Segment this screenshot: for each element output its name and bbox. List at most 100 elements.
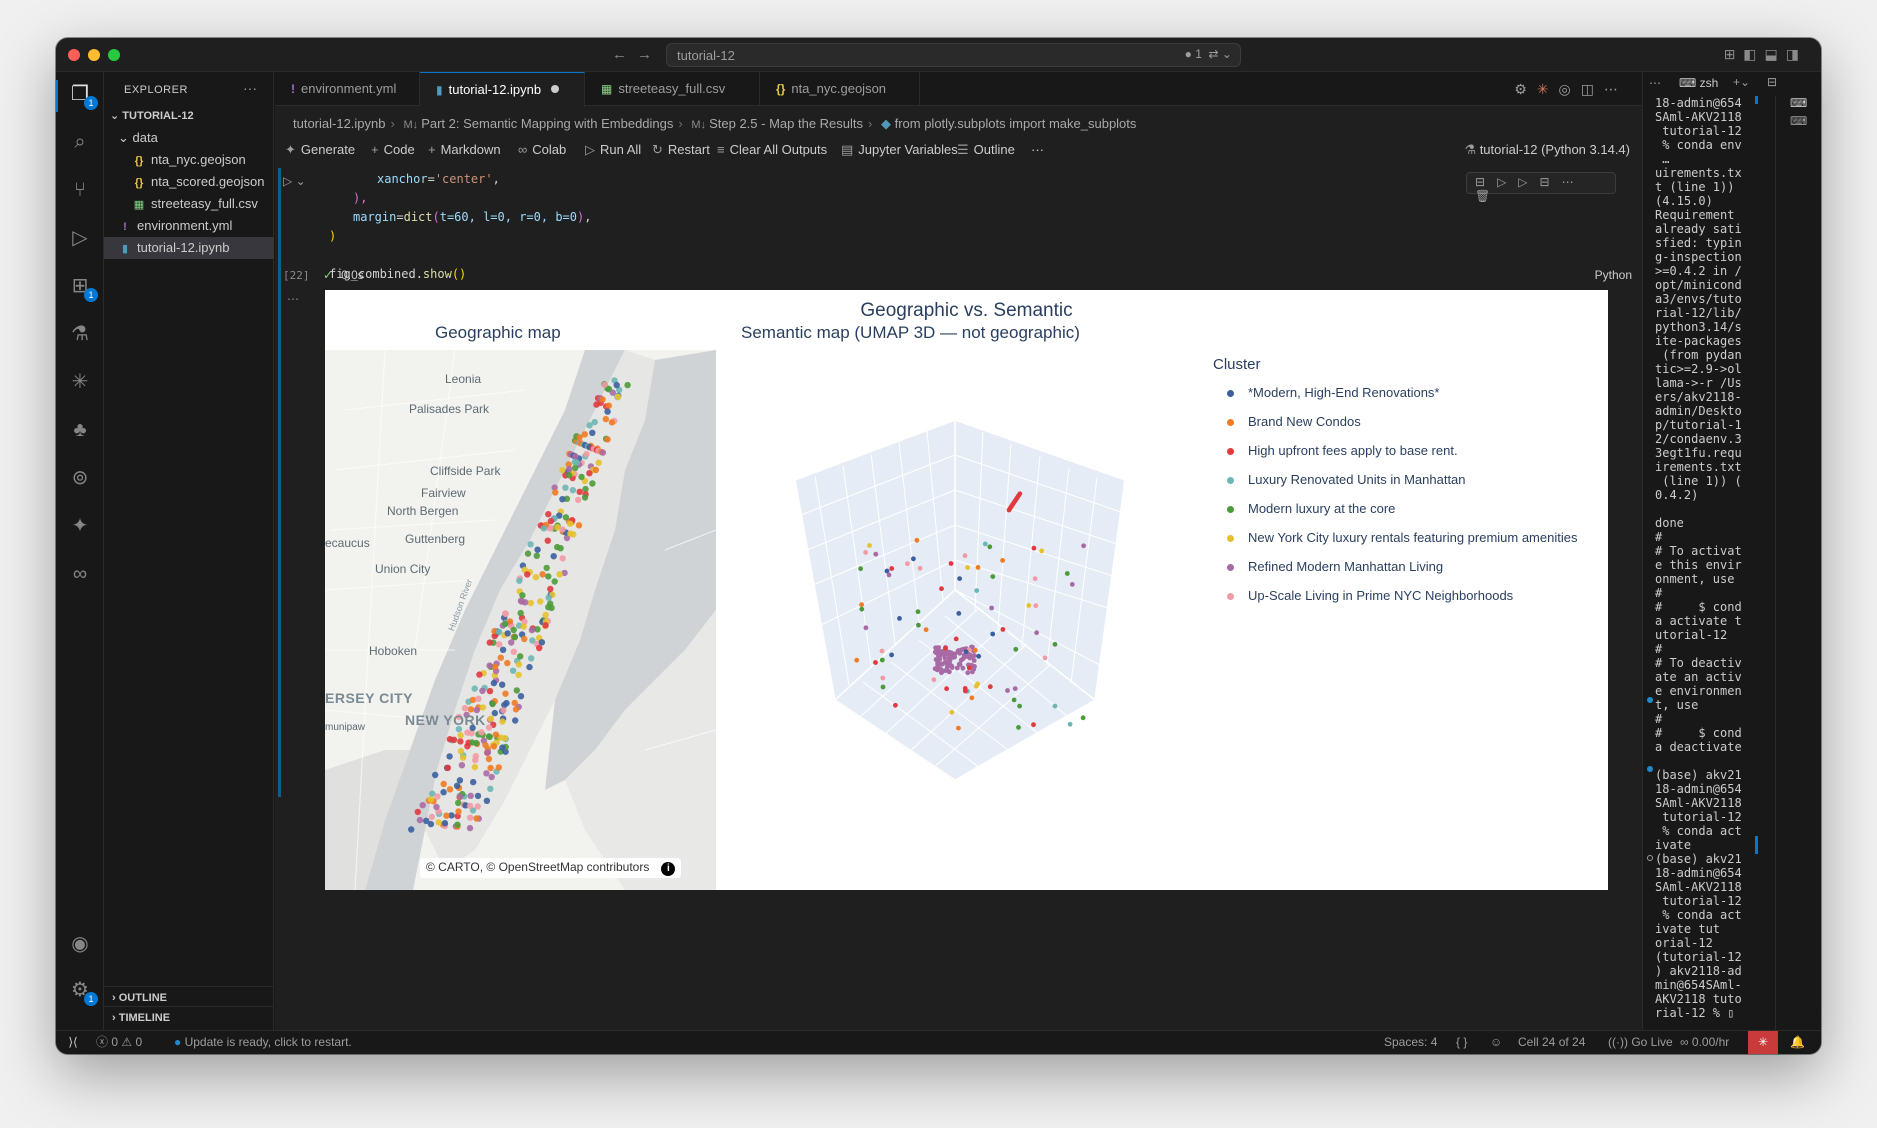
split-editor-icon[interactable]: ◫ [1581, 81, 1604, 97]
restart-button[interactable]: ↻ Restart [652, 142, 710, 158]
openai-icon[interactable]: ◎ [1559, 81, 1581, 97]
explorer-icon[interactable]: ❐ 1 [68, 82, 98, 110]
minimize-window-button[interactable] [88, 49, 100, 61]
remote-explorer-icon[interactable]: ⊚ [68, 466, 92, 490]
cell-toolbar[interactable]: ⊟▷▷⊟⋯🗑 [1466, 172, 1616, 203]
legend-item[interactable]: Refined Modern Manhattan Living [1213, 552, 1577, 581]
settings-gear-icon[interactable]: ⚙ 1 [68, 978, 98, 1006]
geographic-map[interactable]: Leonia Palisades Park Cliffside Park Fai… [325, 350, 716, 890]
terminal-output[interactable]: 18-admin@654 SAml-AKV2118 tutorial-12 % … [1655, 96, 1757, 1026]
remote-indicator-icon[interactable]: ⟩⟨ [56, 1031, 90, 1054]
chart-legend[interactable]: Cluster *Modern, High-End Renovations* B… [1213, 356, 1577, 610]
terminal-instance-icon[interactable]: ⌨ [1790, 114, 1807, 128]
notifications-bell-icon[interactable]: 🔔 [1790, 1031, 1805, 1053]
cell-position[interactable]: Cell 24 of 24 [1518, 1031, 1585, 1053]
outline-section[interactable]: › OUTLINE [104, 986, 274, 1008]
timeline-section[interactable]: › TIMELINE [104, 1006, 274, 1028]
colab-cost[interactable]: ∞ 0.00/hr [1680, 1031, 1729, 1053]
layout-controls[interactable]: ⊞◧⬓◨ [1724, 46, 1807, 63]
legend-item[interactable]: Up-Scale Living in Prime NYC Neighborhoo… [1213, 581, 1577, 610]
gear-icon[interactable]: ⚙ [1514, 81, 1537, 97]
tab-tutorial-notebook[interactable]: ▮ tutorial-12.ipynb [420, 72, 585, 107]
forward-arrow-icon[interactable]: → [637, 46, 662, 63]
legend-item[interactable]: New York City luxury rentals featuring p… [1213, 523, 1577, 552]
outline-button[interactable]: ☰ Outline [957, 142, 1015, 158]
braces-status[interactable]: { } [1456, 1031, 1467, 1053]
more-actions-icon[interactable]: ⋯ [1604, 81, 1628, 97]
delete-cell-icon[interactable]: 🗑 [1475, 189, 1502, 203]
legend-item[interactable]: Luxury Renovated Units in Manhattan [1213, 465, 1577, 494]
cell-code-editor[interactable]: xanchor='center', ), margin=dict(t=60, l… [315, 170, 1415, 281]
indentation-status[interactable]: Spaces: 4 [1384, 1031, 1437, 1053]
account-icon[interactable]: ◉ [68, 932, 92, 956]
tree-file-notebook[interactable]: ▮ tutorial-12.ipynb [104, 237, 274, 259]
command-decoration-icon[interactable] [1647, 766, 1653, 772]
terminal-shell-tab[interactable]: ⌨ zsh [1679, 76, 1718, 90]
add-markdown-button[interactable]: + Markdown [428, 142, 501, 157]
output-more-icon[interactable]: ⋯ [287, 292, 299, 306]
plotly-figure[interactable]: Geographic vs. Semantic Geographic map S… [325, 290, 1608, 890]
customize-layout-icon[interactable]: ⊞ [1724, 46, 1744, 62]
code-cell[interactable]: ▷ ⌄ ⊟▷▷⊟⋯🗑 xanchor='center', ), margin=d… [275, 168, 1642, 298]
more-icon[interactable]: ⋯ [1562, 175, 1586, 189]
legend-item[interactable]: *Modern, High-End Renovations* [1213, 378, 1577, 407]
maximize-window-button[interactable] [108, 49, 120, 61]
problems-indicator[interactable]: ⓧ 0 ⚠ 0 [96, 1031, 142, 1053]
breadcrumb-cell[interactable]: from plotly.subplots import make_subplot… [895, 116, 1137, 131]
claude-status-icon[interactable]: ✳ [1748, 1031, 1778, 1054]
terminal-scrollbar-mark[interactable] [1755, 836, 1758, 854]
breadcrumb-step[interactable]: Step 2.5 - Map the Results [709, 116, 863, 131]
tree-file-environment[interactable]: ! environment.yml [104, 215, 274, 237]
editor-actions[interactable]: ⚙✳◎◫⋯ [1514, 81, 1628, 98]
legend-item[interactable]: High upfront fees apply to base rent. [1213, 436, 1577, 465]
close-window-button[interactable] [68, 49, 80, 61]
info-icon[interactable]: i [661, 862, 676, 876]
explorer-more-icon[interactable]: ··· [243, 80, 257, 96]
execute-below-icon[interactable]: ▷ [1518, 175, 1539, 189]
colab-icon[interactable]: ∞ [68, 562, 92, 586]
tree-file-streeteasy[interactable]: ▦ streeteasy_full.csv [104, 193, 274, 215]
unsaved-dot-icon[interactable] [551, 85, 560, 93]
osm-link[interactable]: OpenStreetMap [499, 860, 584, 874]
run-debug-icon[interactable]: ▷ [68, 226, 92, 250]
extensions-icon[interactable]: ⊞ 1 [68, 274, 98, 302]
breadcrumb-file[interactable]: tutorial-12.ipynb [293, 116, 386, 131]
run-cell-button[interactable]: ▷ ⌄ [283, 174, 306, 188]
execute-above-icon[interactable]: ▷ [1497, 175, 1518, 189]
variables-icon[interactable]: ⊟ [1475, 175, 1497, 189]
kernel-picker[interactable]: ⚗ tutorial-12 (Python 3.14.4) [1464, 142, 1630, 158]
generate-button[interactable]: ✦ Generate [285, 142, 355, 158]
breadcrumb-part[interactable]: Part 2: Semantic Mapping with Embeddings [421, 116, 673, 131]
tree-root-folder[interactable]: ⌄ TUTORIAL-12 [104, 105, 274, 127]
claude-icon[interactable]: ✳ [1537, 81, 1559, 97]
python-icon[interactable]: ♣ [68, 418, 92, 442]
toolbar-more-button[interactable]: ··· [1031, 142, 1044, 157]
source-control-icon[interactable]: ⑂ [68, 178, 92, 202]
add-code-button[interactable]: + Code [371, 142, 415, 157]
toggle-secondary-sidebar-icon[interactable]: ◨ [1786, 46, 1807, 62]
cell-language[interactable]: Python [1595, 268, 1632, 282]
clear-outputs-button[interactable]: ≡ Clear All Outputs [717, 142, 827, 157]
tab-environment-yml[interactable]: ! environment.yml [275, 72, 420, 106]
colab-button[interactable]: ∞ Colab [518, 142, 566, 157]
terminal-instance-icon[interactable]: ⌨ [1790, 96, 1807, 110]
terminal-scrollbar-mark[interactable] [1755, 96, 1758, 104]
command-center[interactable]: tutorial-12 ● 1 ⇄ ⌄ [666, 43, 1241, 67]
legend-item[interactable]: Brand New Condos [1213, 407, 1577, 436]
tab-streeteasy-csv[interactable]: ▦ streeteasy_full.csv [585, 72, 760, 106]
split-cell-icon[interactable]: ⊟ [1540, 175, 1562, 189]
tree-folder-data[interactable]: ⌄ data [104, 127, 274, 149]
tree-file-nta-scored[interactable]: {} nta_scored.geojson [104, 171, 274, 193]
toggle-panel-icon[interactable]: ⬓ [1765, 46, 1786, 62]
new-terminal-icon[interactable]: +⌄ [1733, 75, 1750, 89]
run-all-button[interactable]: ▷ Run All [585, 142, 641, 158]
legend-item[interactable]: Modern luxury at the core [1213, 494, 1577, 523]
jupyter-variables-button[interactable]: ▤ Jupyter Variables [841, 142, 958, 158]
update-notice[interactable]: ● Update is ready, click to restart. [174, 1031, 352, 1053]
command-decoration-icon[interactable] [1647, 697, 1653, 703]
split-terminal-icon[interactable]: ⊟ [1767, 75, 1777, 89]
umap-3d-scene[interactable] [794, 418, 1215, 870]
command-decoration-icon[interactable] [1647, 855, 1653, 861]
tree-file-nta-nyc[interactable]: {} nta_nyc.geojson [104, 149, 274, 171]
testing-icon[interactable]: ⚗ [68, 322, 92, 346]
